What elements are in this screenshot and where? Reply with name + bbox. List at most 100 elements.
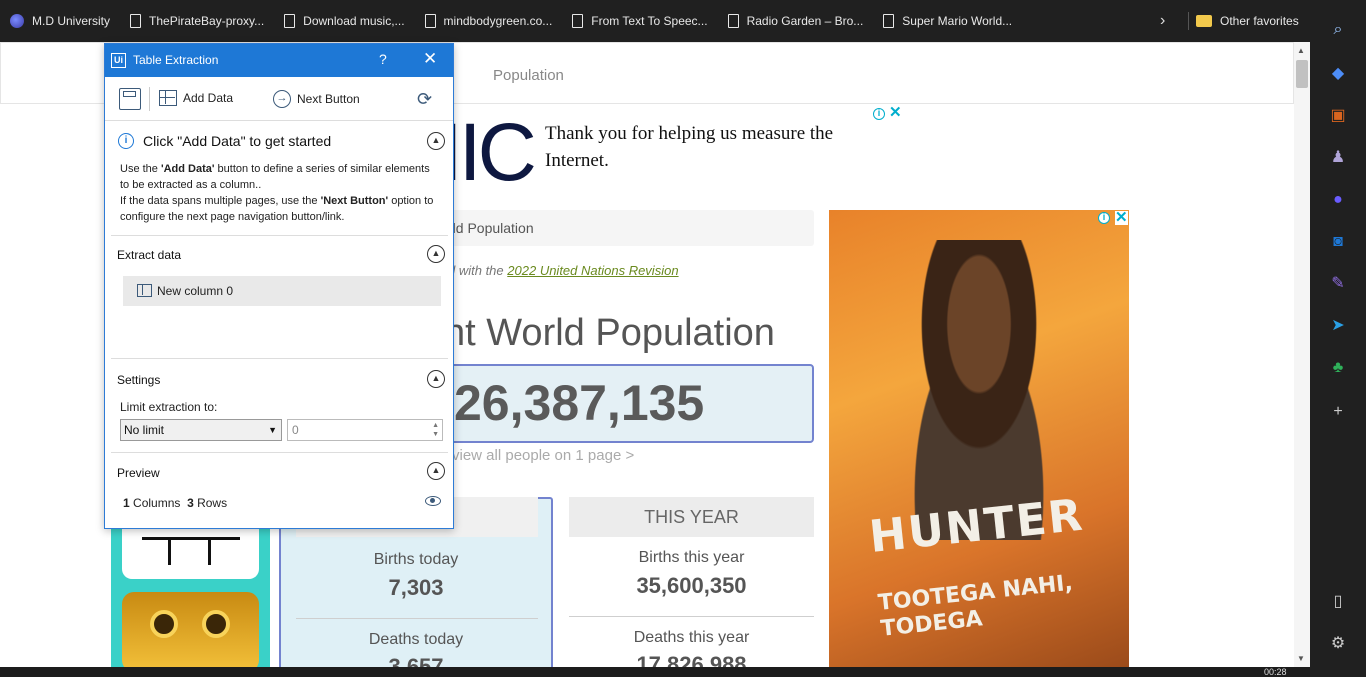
chevron-right-icon[interactable]: ›	[1160, 12, 1165, 30]
outlook-icon[interactable]: ◙	[1328, 232, 1348, 252]
globe-icon	[10, 14, 24, 28]
favorite-mindbodygreen[interactable]: mindbodygreen.co...	[415, 0, 563, 42]
panel-icon[interactable]: ▯	[1328, 592, 1348, 612]
nav-population[interactable]: Population	[493, 67, 564, 84]
info-line2-pre: If the data spans multiple pages, use th…	[120, 195, 321, 207]
movie-ad-close-icon[interactable]: ✕	[1115, 210, 1128, 225]
info-body: Use the 'Add Data' button to define a se…	[120, 161, 440, 225]
tag-icon[interactable]: ◆	[1328, 64, 1348, 84]
collapse-info-button[interactable]: ▲	[427, 132, 445, 150]
favorites-divider	[1188, 12, 1189, 30]
this-year-header: THIS YEAR	[569, 497, 814, 537]
rows-label: Rows	[197, 496, 228, 510]
scroll-thumb[interactable]	[1296, 60, 1308, 88]
ad-close-icon[interactable]: ✕	[889, 105, 902, 120]
dialog-titlebar[interactable]: Ui Table Extraction ? ✕	[105, 44, 453, 77]
section-divider	[111, 235, 448, 236]
preview-summary: 1 Columns 3 Rows	[123, 496, 227, 510]
ad-banner-text[interactable]: Thank you for helping us measure the Int…	[545, 120, 875, 174]
revision-prefix: d with the	[448, 263, 504, 278]
note-icon[interactable]: ✎	[1328, 274, 1348, 294]
page-title: nt World Population	[444, 312, 775, 354]
deaths-year-label: Deaths this year	[633, 629, 750, 646]
collapse-preview-button[interactable]: ▲	[427, 462, 445, 480]
preview-header: Preview	[117, 466, 160, 480]
page-icon	[572, 14, 584, 28]
births-year-label: Births this year	[638, 549, 745, 566]
births-year-value: 35,600,350	[636, 573, 747, 598]
scroll-down-icon[interactable]: ▼	[1297, 654, 1305, 663]
revision-link[interactable]: 2022 United Nations Revision	[507, 263, 678, 278]
favorite-label: M.D University	[32, 14, 111, 28]
edge-sidebar: ⌕ ◆ ▣ ♟ ● ◙ ✎ ➤ ♣ + ▯ ⚙	[1310, 0, 1366, 677]
page-icon	[424, 14, 436, 28]
eye-icon[interactable]	[425, 496, 441, 506]
rows-count: 3	[187, 496, 194, 510]
movie-subtitle: TOOTEGA NAHI, TODEGA	[876, 570, 1074, 642]
info-line1-bold: 'Add Data'	[160, 163, 215, 175]
table-extraction-dialog: Ui Table Extraction ? ✕ Add Data → Next …	[104, 43, 454, 529]
favorite-md-university[interactable]: M.D University	[0, 0, 120, 42]
page-icon	[284, 14, 296, 28]
scroll-up-icon[interactable]: ▲	[1297, 46, 1305, 55]
refresh-icon[interactable]: ⟳	[417, 89, 432, 110]
movie-ad[interactable]: HUNTER TOOTEGA NAHI, TODEGA	[829, 210, 1129, 667]
favorite-text-to-speech[interactable]: From Text To Speec...	[562, 0, 717, 42]
taskbar	[0, 667, 1310, 677]
info-title: Click "Add Data" to get started	[143, 133, 332, 149]
deaths-today-value: 3,657	[388, 654, 444, 667]
deaths-today-label: Deaths today	[368, 631, 464, 648]
favorite-label: Download music,...	[303, 14, 405, 28]
dialog-title: Table Extraction	[133, 53, 219, 67]
breadcrumb: rld Population	[440, 210, 814, 246]
favorites-bar: M.D University ThePirateBay-proxy... Dow…	[0, 0, 1310, 42]
add-icon[interactable]: +	[1328, 402, 1348, 422]
toolbox-icon[interactable]: ▣	[1328, 106, 1348, 126]
next-button-button[interactable]: → Next Button	[273, 90, 360, 108]
spinner-arrows-icon[interactable]: ▲ ▼	[432, 421, 439, 439]
copilot-icon[interactable]: ●	[1328, 190, 1348, 210]
limit-count-input[interactable]: 0 ▲ ▼	[287, 419, 443, 441]
settings-gear-icon[interactable]: ⚙	[1328, 634, 1348, 654]
page-icon	[883, 14, 895, 28]
limit-label: Limit extraction to:	[120, 400, 218, 414]
next-arrow-icon: →	[273, 90, 291, 108]
save-icon[interactable]	[119, 88, 141, 110]
search-icon[interactable]: ⌕	[1328, 20, 1348, 40]
other-favorites[interactable]: Other favorites	[1196, 0, 1299, 42]
people-icon[interactable]: ♟	[1328, 148, 1348, 168]
tree-icon[interactable]: ♣	[1328, 358, 1348, 378]
column-item[interactable]: New column 0	[123, 276, 441, 306]
close-button[interactable]: ✕	[423, 49, 437, 69]
favorite-label: mindbodygreen.co...	[443, 14, 553, 28]
temple-run-tile[interactable]	[122, 592, 259, 667]
folder-icon	[1196, 15, 1212, 27]
limit-select-value: No limit	[124, 423, 165, 437]
add-data-icon	[159, 90, 177, 106]
taskbar-clock[interactable]: 00:28	[1264, 667, 1287, 677]
year-divider	[569, 616, 814, 617]
view-all-link[interactable]: view all people on 1 page >	[452, 447, 634, 464]
ad-info-icon[interactable]: i	[873, 108, 885, 120]
page-icon	[727, 14, 739, 28]
page-icon	[130, 14, 142, 28]
columns-label: Columns	[133, 496, 181, 510]
settings-header: Settings	[117, 373, 161, 387]
limit-select[interactable]: No limit ▼	[120, 419, 282, 441]
page-scrollbar[interactable]	[1294, 42, 1310, 667]
collapse-settings-button[interactable]: ▲	[427, 370, 445, 388]
favorite-radio-garden[interactable]: Radio Garden – Bro...	[718, 0, 874, 42]
dialog-toolbar: Add Data → Next Button ⟳	[105, 77, 453, 121]
population-counter: 26,387,135	[454, 375, 705, 431]
dropdown-arrow-icon: ▼	[268, 425, 277, 435]
movie-ad-info-icon[interactable]: i	[1098, 212, 1110, 224]
send-icon[interactable]: ➤	[1328, 316, 1348, 336]
favorite-super-mario[interactable]: Super Mario World...	[873, 0, 1022, 42]
add-data-button[interactable]: Add Data	[159, 90, 233, 106]
favorite-download-music[interactable]: Download music,...	[274, 0, 414, 42]
favorite-piratebay[interactable]: ThePirateBay-proxy...	[120, 0, 274, 42]
collapse-extract-button[interactable]: ▲	[427, 245, 445, 263]
info-icon: i	[118, 133, 134, 149]
help-button[interactable]: ?	[379, 51, 387, 67]
uipath-logo-icon: Ui	[111, 53, 126, 68]
